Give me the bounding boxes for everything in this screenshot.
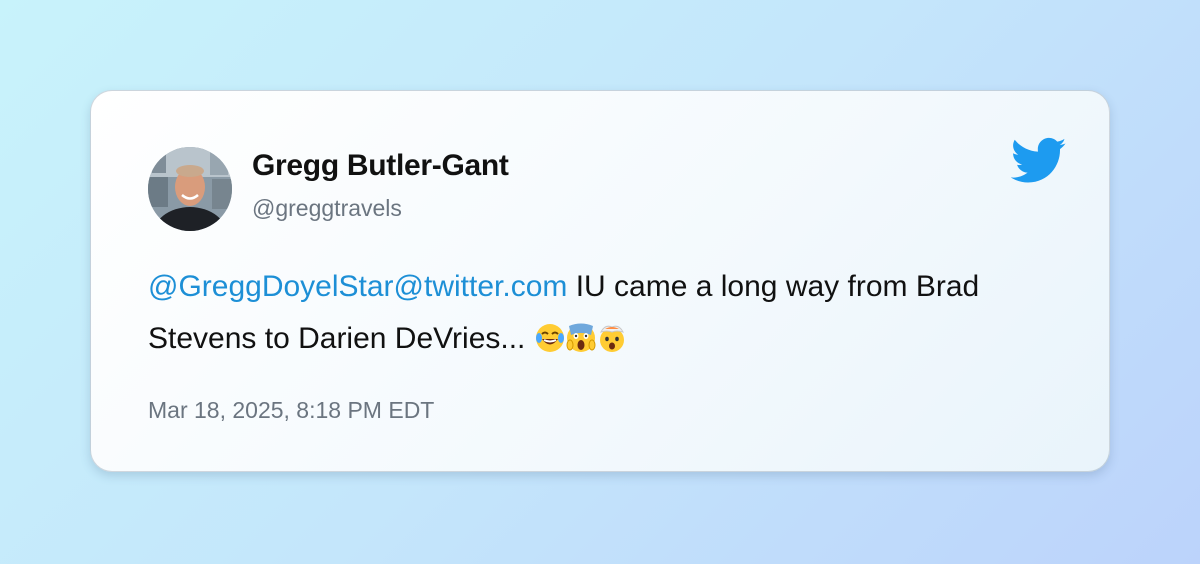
author-name[interactable]: Gregg Butler-Gant xyxy=(252,149,509,183)
face-screaming-in-fear-emoji xyxy=(566,323,596,353)
tweet-card: Gregg Butler-Gant @greggtravels @GreggDo… xyxy=(90,90,1110,472)
avatar[interactable] xyxy=(148,147,232,231)
author-handle[interactable]: @greggtravels xyxy=(252,195,402,222)
face-with-tears-of-joy-emoji xyxy=(535,323,565,353)
mention-link[interactable]: @GreggDoyelStar@twitter.com xyxy=(148,270,567,303)
exploding-head-emoji xyxy=(597,323,627,353)
twitter-bird-icon[interactable] xyxy=(1010,137,1067,185)
tweet-text: @GreggDoyelStar@twitter.com IU came a lo… xyxy=(148,261,1068,365)
tweet-timestamp[interactable]: Mar 18, 2025, 8:18 PM EDT xyxy=(148,397,434,424)
